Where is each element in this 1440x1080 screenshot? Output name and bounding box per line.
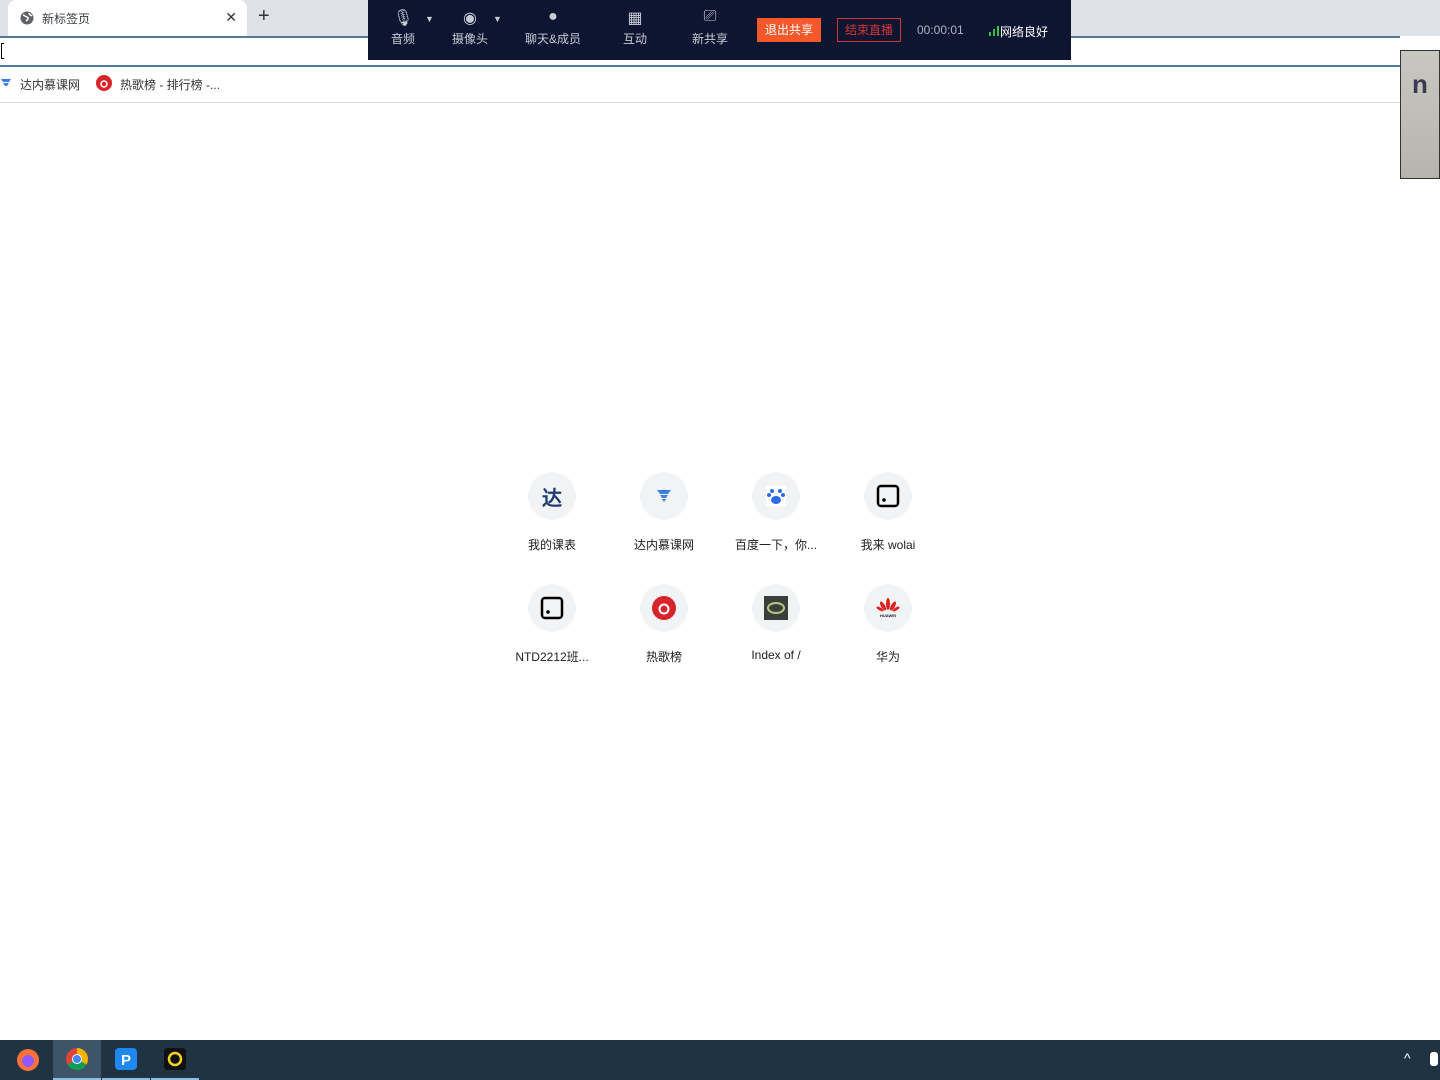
camera-icon: ◉ — [463, 10, 477, 27]
camera-dropdown-icon[interactable]: ▼ — [493, 14, 502, 24]
shortcut-huawei[interactable]: HUAWEI 华为 — [832, 584, 944, 665]
tab-title: 新标签页 — [42, 11, 91, 26]
baidu-icon — [766, 486, 786, 506]
chat-members-button[interactable]: ● 聊天&成员 — [523, 8, 583, 47]
grid-icon: ▦ — [627, 10, 643, 27]
camera-button[interactable]: ◉ 摄像头 — [450, 8, 490, 47]
shortcut-label: 华为 — [875, 650, 900, 664]
netease-music-icon — [96, 75, 113, 94]
shortcut-ntd2212[interactable]: NTD2212班... — [496, 584, 608, 665]
taskbar: P ^ — [0, 1040, 1440, 1080]
wolai-icon — [540, 596, 564, 620]
p-app-icon: P — [115, 1048, 137, 1070]
signal-icon — [989, 26, 999, 36]
index-icon — [764, 596, 788, 620]
network-label: 网络良好 — [1000, 25, 1049, 39]
shortcut-label: Index of / — [751, 648, 801, 662]
shortcut-my-schedule[interactable]: 达我的课表 — [496, 472, 608, 553]
end-live-button[interactable]: 结束直播 — [837, 18, 901, 42]
tedu-icon — [657, 490, 671, 502]
shortcut-label: NTD2212班... — [515, 650, 589, 664]
interact-button[interactable]: ▦ 互动 — [620, 8, 650, 47]
live-timer: 00:00:01 — [917, 23, 964, 37]
bookmark-label: 热歌榜 - 排行榜 -... — [120, 78, 221, 92]
audio-label: 音频 — [390, 32, 415, 46]
bookmarks-bar: 达内慕课网 热歌榜 - 排行榜 -... — [0, 67, 1400, 103]
huawei-icon: HUAWEI — [876, 598, 900, 618]
shortcut-hot-songs[interactable]: 热歌榜 — [608, 584, 720, 665]
chat-label: 聊天&成员 — [524, 32, 581, 46]
tray-chevron-icon[interactable]: ^ — [1404, 1050, 1411, 1066]
tedu-icon — [0, 77, 12, 92]
shortcut-label: 我的课表 — [527, 538, 576, 552]
audio-dropdown-icon[interactable]: ▼ — [425, 14, 434, 24]
shortcut-index[interactable]: Index of / — [720, 584, 832, 662]
shortcut-label: 我来 wolai — [860, 538, 916, 552]
wolai-icon — [876, 484, 900, 508]
meeting-toolbar: 🎙 音频 ▼ ◉ 摄像头 ▼ ● 聊天&成员 ▦ 互动 ⎚ 新共享 退出共享 结束直播 0… — [368, 0, 1071, 60]
taskbar-circle-app[interactable] — [151, 1040, 199, 1080]
firefox-icon — [17, 1049, 39, 1071]
interact-label: 互动 — [622, 32, 647, 46]
bookmark-label: 达内慕课网 — [20, 78, 81, 92]
network-status: 网络良好 — [988, 23, 1048, 40]
camera-label: 摄像头 — [451, 32, 488, 46]
shortcut-label: 达内慕课网 — [633, 538, 694, 552]
exit-share-button[interactable]: 退出共享 — [757, 18, 821, 42]
shortcut-label: 热歌榜 — [645, 650, 682, 664]
microphone-tray-icon[interactable] — [1430, 1052, 1438, 1066]
new-share-label: 新共享 — [691, 32, 728, 46]
shortcut-tedu[interactable]: 达内慕课网 — [608, 472, 720, 553]
microphone-icon: 🎙 — [392, 10, 414, 27]
webcam-preview[interactable]: n — [1400, 50, 1440, 179]
shortcut-label: 百度一下，你... — [734, 538, 817, 552]
chrome-icon — [66, 1048, 88, 1070]
person-icon: ● — [548, 8, 558, 25]
new-tab-button[interactable]: + — [258, 5, 270, 28]
audio-button[interactable]: 🎙 音频 — [388, 8, 418, 47]
da-icon: 达 — [542, 487, 562, 510]
globe-icon — [20, 11, 34, 25]
circle-app-icon — [164, 1048, 186, 1070]
shortcut-wolai[interactable]: 我来 wolai — [832, 472, 944, 553]
screen-share-icon: ⎚ — [703, 8, 717, 25]
taskbar-firefox[interactable] — [4, 1040, 52, 1080]
svg-text:P: P — [121, 1052, 131, 1069]
shortcut-baidu[interactable]: 百度一下，你... — [720, 472, 832, 553]
tab-close-icon[interactable]: ✕ — [225, 9, 237, 26]
netease-music-icon — [652, 596, 676, 620]
bookmark-netease[interactable]: 热歌榜 - 排行榜 -... — [96, 75, 220, 94]
new-share-button[interactable]: ⎚ 新共享 — [690, 8, 730, 47]
bookmark-tedu[interactable]: 达内慕课网 — [0, 76, 80, 93]
taskbar-p-app[interactable]: P — [102, 1040, 150, 1080]
tab-new-tab[interactable]: 新标签页 ✕ — [8, 0, 247, 36]
text-cursor — [1, 43, 4, 59]
taskbar-chrome[interactable] — [53, 1040, 101, 1080]
